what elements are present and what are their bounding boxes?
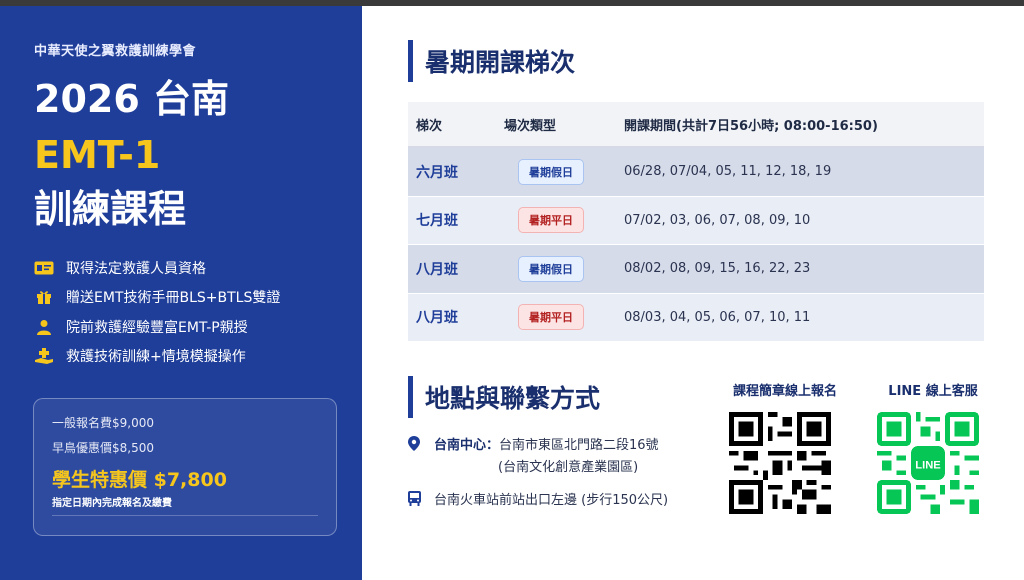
session-type-badge: 暑期平日 [518,207,584,234]
venue-row: 台南中心：台南市東區北門路二段16號 (台南文化創意產業園區) [408,434,668,475]
early-bird-price: 早鳥優惠價$8,500 [52,441,154,455]
header-period: 開課期間(共計7日56小時; 08:00-16:50) [624,118,878,134]
price-box: 一般報名費$9,000 早鳥優惠價$8,500 學生特惠價 $7,800 指定日… [33,398,337,536]
id-card-icon [34,260,54,276]
schedule-table: 梯次 場次類型 開課期間(共計7日56小時; 08:00-16:50) 六月班 … [408,102,984,342]
schedule-heading: 暑期開課梯次 [408,40,575,82]
course-title-name: 訓練課程 [34,187,187,231]
table-row: 七月班 暑期平日 07/02, 03, 06, 07, 08, 09, 10 [408,196,984,245]
header-class: 梯次 [416,118,443,134]
row-class: 八月班 [416,261,458,278]
feature-item: 贈送EMT技術手冊BLS+BTLS雙證 [34,283,336,313]
row-dates: 07/02, 03, 06, 07, 08, 09, 10 [624,212,811,228]
row-class: 六月班 [416,164,458,181]
row-class: 八月班 [416,310,458,327]
bus-icon [408,491,424,510]
venue-label: 台南中心： [434,438,500,453]
register-qr-code[interactable] [729,412,831,514]
line-qr-label: LINE 線上客服 [888,384,978,399]
feature-item: 取得法定救護人員資格 [34,253,336,283]
feature-text: 贈送EMT技術手冊BLS+BTLS雙證 [66,290,281,307]
feature-text: 救護技術訓練+情境模擬操作 [66,349,246,366]
heading-accent-bar [408,376,413,418]
price-note: 指定日期內完成報名及繳費 [52,494,318,516]
table-header: 梯次 場次類型 開課期間(共計7日56小時; 08:00-16:50) [408,102,984,148]
course-title-level: EMT-1 [34,133,161,177]
session-type-badge: 暑期假日 [518,158,584,185]
rescue-icon [34,348,54,365]
venue-subtitle: (台南文化創意產業園區) [498,460,639,475]
table-row: 八月班 暑期平日 08/03, 04, 05, 06, 07, 10, 11 [408,293,984,342]
heading-accent-bar [408,40,413,82]
venue-address: 台南市東區北門路二段16號 [499,438,659,453]
gift-icon [34,289,54,305]
instructor-icon [34,319,54,335]
row-class: 七月班 [416,213,458,230]
session-type-badge: 暑期假日 [518,255,584,282]
map-pin-icon [408,436,424,455]
row-dates: 08/02, 08, 09, 15, 16, 22, 23 [624,261,811,277]
organization-name: 中華天使之翼救護訓練學會 [34,44,197,59]
transit-row: 台南火車站前站出口左邊 (步行150公尺) [408,489,668,510]
table-row: 八月班 暑期假日 08/02, 08, 09, 15, 16, 22, 23 [408,245,984,294]
transit-text: 台南火車站前站出口左邊 (步行150公尺) [434,493,669,508]
general-price: 一般報名費$9,000 [52,416,154,430]
feature-text: 院前救護經驗豐富EMT-P親授 [66,319,248,336]
feature-item: 院前救護經驗豐富EMT-P親授 [34,312,336,342]
student-price: 學生特惠價 $7,800 [52,469,227,491]
table-row: 六月班 暑期假日 06/28, 07/04, 05, 11, 12, 18, 1… [408,148,984,197]
contact-heading-text: 地點與聯繫方式 [425,384,601,413]
schedule-heading-text: 暑期開課梯次 [425,48,576,77]
row-dates: 06/28, 07/04, 05, 11, 12, 18, 19 [624,164,832,180]
feature-text: 取得法定救護人員資格 [66,260,206,277]
course-info-panel: 中華天使之翼救護訓練學會 2026 台南 EMT-1 訓練課程 取得法定救護人員… [0,6,362,580]
contact-heading: 地點與聯繫方式 [408,376,600,418]
line-logo-text: LINE [915,459,940,471]
session-type-badge: 暑期平日 [518,304,584,331]
course-title-year-city: 2026 台南 [34,77,229,121]
feature-list: 取得法定救護人員資格 贈送EMT技術手冊BLS+BTLS雙證 院前救護經驗豐富E… [34,253,336,371]
line-qr-code[interactable]: LINE [877,412,979,514]
details-panel: 暑期開課梯次 梯次 場次類型 開課期間(共計7日56小時; 08:00-16:5… [362,6,1024,580]
row-dates: 08/03, 04, 05, 06, 07, 10, 11 [624,309,811,325]
register-qr-label: 課程簡章線上報名 [732,384,837,399]
feature-item: 救護技術訓練+情境模擬操作 [34,342,336,372]
header-type: 場次類型 [504,118,557,134]
location-info: 台南中心：台南市東區北門路二段16號 (台南文化創意產業園區) 台南火車站前站出… [408,434,668,510]
